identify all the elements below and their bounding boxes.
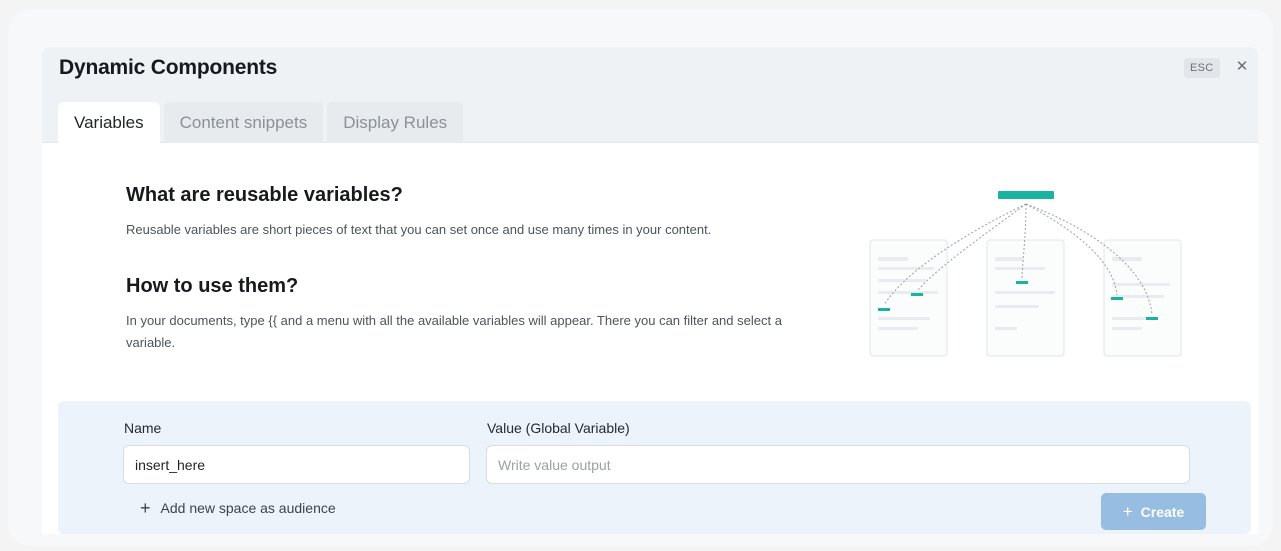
dynamic-components-modal: Dynamic Components ESC ✕ Variables Conte… — [42, 47, 1258, 534]
close-icon[interactable]: ✕ — [1234, 57, 1250, 77]
create-variable-form: Name Value (Global Variable) + Add new s… — [58, 401, 1251, 534]
plus-icon: + — [1122, 501, 1133, 521]
intro-section: What are reusable variables? Reusable va… — [126, 184, 816, 354]
how-to-use-description: In your documents, type {{ and a menu wi… — [126, 313, 782, 350]
reusable-variables-heading: What are reusable variables? — [126, 184, 403, 206]
tab-display-rules[interactable]: Display Rules — [327, 102, 464, 143]
variables-illustration — [869, 191, 1182, 357]
modal-backdrop: Dynamic Components ESC ✕ Variables Conte… — [8, 9, 1273, 546]
reusable-variables-description: Reusable variables are short pieces of t… — [126, 222, 712, 237]
add-audience-button[interactable]: + Add new space as audience — [140, 498, 336, 518]
name-label: Name — [124, 420, 162, 436]
tab-bar: Variables Content snippets Display Rules — [58, 102, 464, 144]
tab-content-snippets[interactable]: Content snippets — [163, 102, 324, 143]
how-to-use-heading: How to use them? — [126, 275, 299, 297]
modal-header: Dynamic Components ESC ✕ Variables Conte… — [42, 47, 1258, 144]
value-label: Value (Global Variable) — [487, 420, 630, 436]
create-label: Create — [1140, 503, 1185, 520]
add-audience-label: Add new space as audience — [160, 500, 336, 516]
create-button[interactable]: + Create — [1101, 493, 1206, 530]
name-input[interactable] — [123, 445, 470, 484]
value-input[interactable] — [486, 445, 1190, 484]
modal-title: Dynamic Components — [59, 56, 278, 79]
esc-badge[interactable]: ESC — [1184, 58, 1220, 78]
tab-variables[interactable]: Variables — [58, 102, 160, 144]
plus-icon: + — [140, 498, 151, 518]
